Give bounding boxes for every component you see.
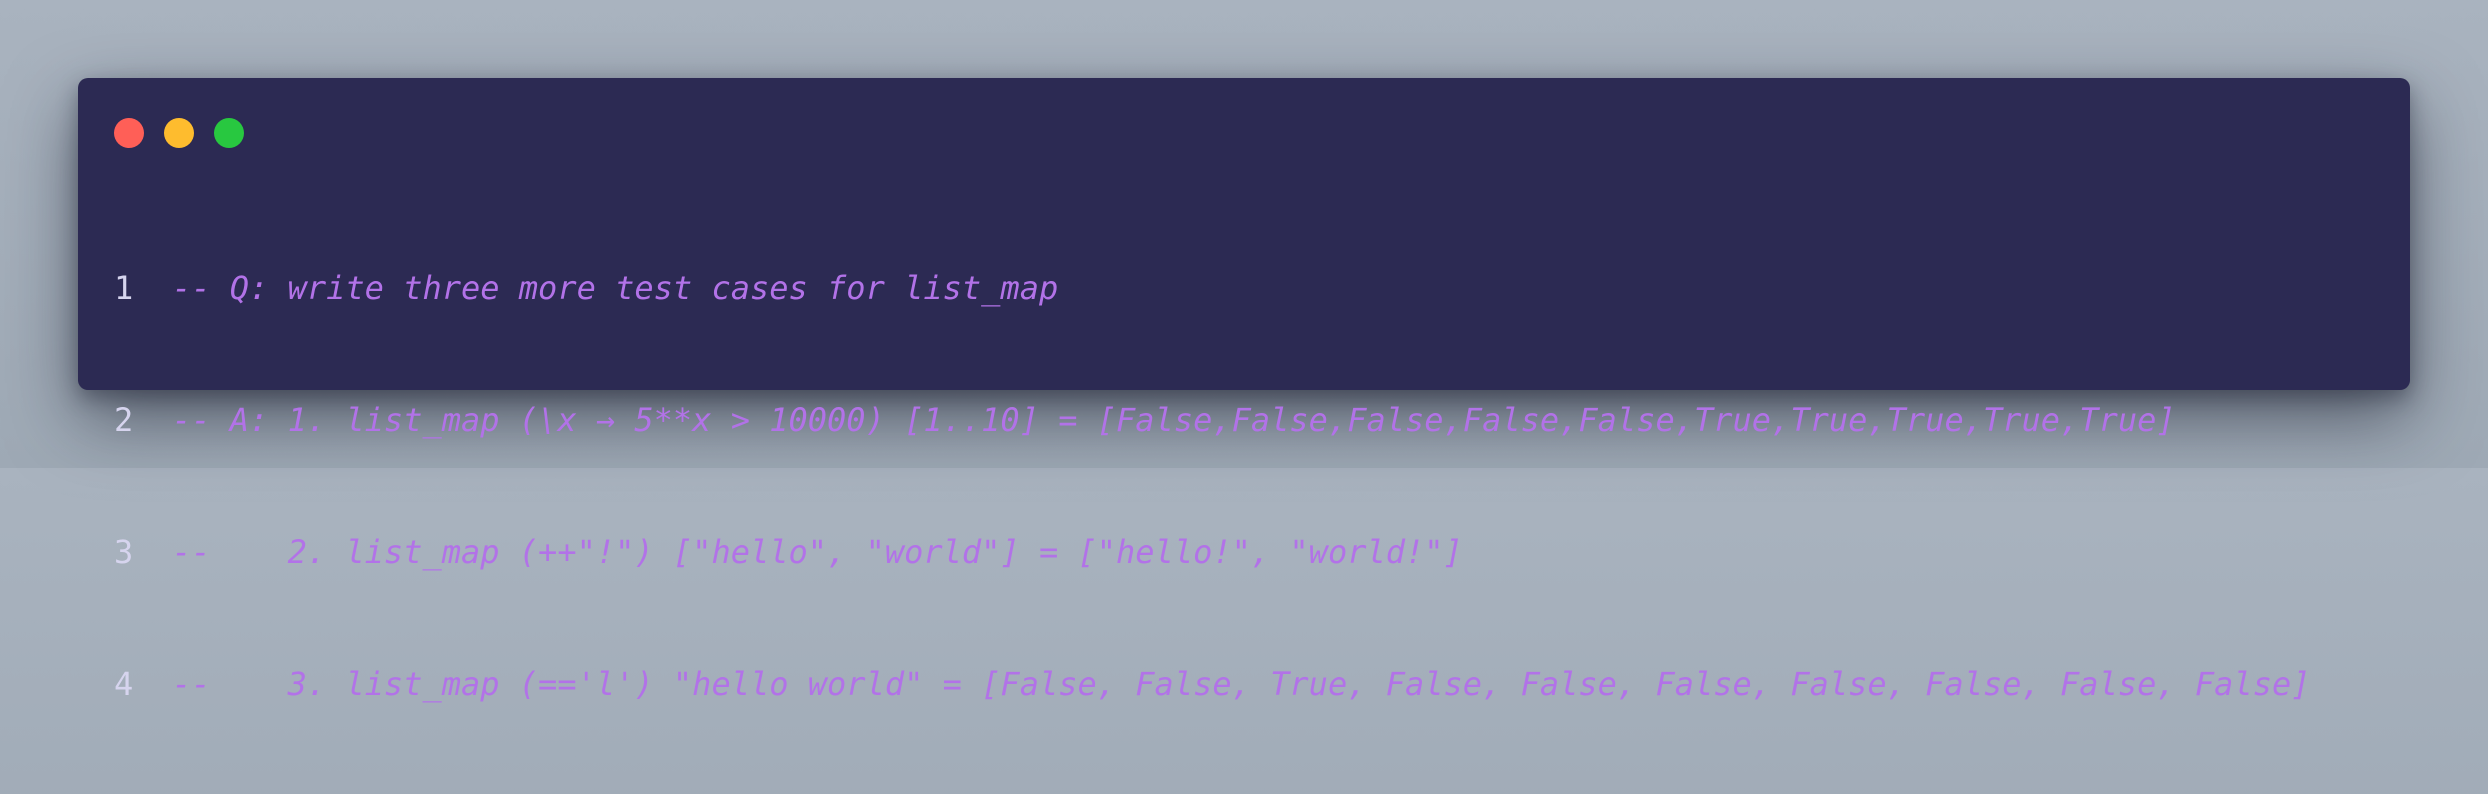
code-line: 2 -- A: 1. list_map (\x → 5**x > 10000) … (114, 398, 2310, 442)
code-text: -- 3. list_map (=='l') "hello world" = [… (172, 665, 2311, 703)
code-line: 3 -- 2. list_map (++"!") ["hello", "worl… (114, 530, 2310, 574)
line-number: 3 (114, 533, 134, 571)
code-text: -- 2. list_map (++"!") ["hello", "world"… (172, 533, 1463, 571)
minimize-button[interactable] (164, 118, 194, 148)
code-text: -- Q: write three more test cases for li… (172, 269, 1059, 307)
close-button[interactable] (114, 118, 144, 148)
line-number: 4 (114, 665, 134, 703)
code-line: 4 -- 3. list_map (=='l') "hello world" =… (114, 662, 2310, 706)
line-number: 2 (114, 401, 134, 439)
window-controls (114, 118, 244, 148)
line-number: 1 (114, 269, 134, 307)
code-line: 1 -- Q: write three more test cases for … (114, 266, 2310, 310)
code-text: -- A: 1. list_map (\x → 5**x > 10000) [1… (172, 401, 2176, 439)
code-window: 1 -- Q: write three more test cases for … (78, 78, 2410, 703)
code-block: 1 -- Q: write three more test cases for … (114, 178, 2310, 794)
maximize-button[interactable] (214, 118, 244, 148)
